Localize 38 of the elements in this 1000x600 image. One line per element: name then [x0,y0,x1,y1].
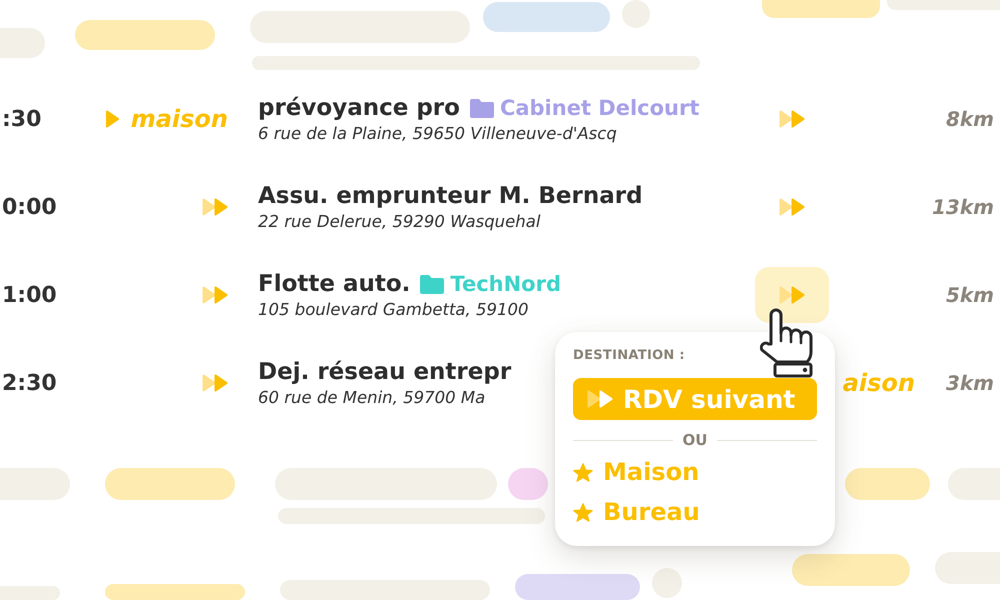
fast-forward-icon [779,286,805,304]
fast-forward-icon [779,198,805,216]
time-label: 0:00 [2,194,57,220]
fast-forward-icon [779,110,805,128]
distance-label: 3km [946,371,994,395]
fast-forward-icon [587,390,613,408]
appointment-title: Assu. emprunteur M. Bernard [258,183,643,209]
appointment-address: 105 boulevard Gambetta, 59100 [258,300,529,319]
popup-heading: DESTINATION : [573,348,685,364]
destination-option[interactable]: Bureau [573,496,700,528]
star-icon [573,502,593,522]
company-label: Cabinet Delcourt [500,96,700,120]
company-label: TechNord [450,272,561,296]
destination-option[interactable]: Maison [573,456,700,488]
origin-label: maison [130,105,228,133]
distance-label: 8km [946,107,994,131]
appointment-address: 22 rue Delerue, 59290 Wasquehal [258,212,540,231]
appointment-address: 60 rue de Menin, 59700 Ma [258,388,486,407]
next-appointment-button[interactable]: RDV suivant [573,378,817,420]
play-icon [106,110,119,128]
time-label: 1:00 [2,282,57,308]
placeholder-dot [652,568,682,598]
next-route-button[interactable] [755,267,829,323]
distance-label: 13km [932,195,994,219]
time-label: 2:30 [2,370,57,396]
fast-forward-icon [202,286,228,304]
appointment-title: prévoyance pro [258,95,460,121]
fast-forward-icon [202,198,228,216]
time-label: :30 [2,106,42,132]
destination-label: aison [842,369,915,397]
star-icon [573,462,593,482]
placeholder-bar [508,468,548,500]
appointment-title: Dej. réseau entrepr [258,359,512,385]
appointment-title: Flotte auto. [258,271,410,297]
divider-label: OU [682,431,708,449]
appointment-address: 6 rue de la Plaine, 59650 Villeneuve-d'Ascq [258,124,617,143]
distance-label: 5km [946,283,994,307]
fast-forward-icon [202,374,228,392]
